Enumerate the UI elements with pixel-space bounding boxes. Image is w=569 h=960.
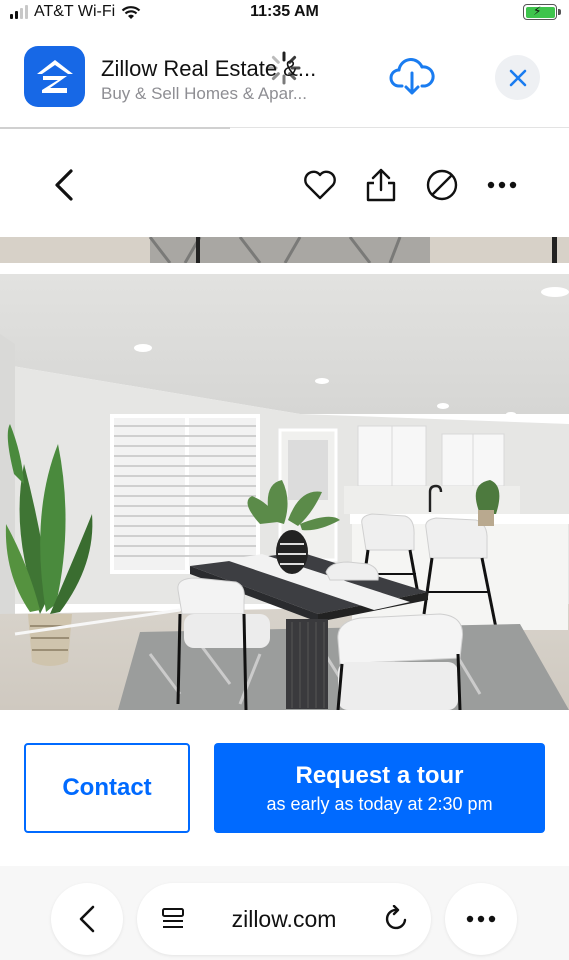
heart-icon [304,170,336,200]
address-bar[interactable]: zillow.com [137,883,431,955]
more-options-button[interactable] [482,165,522,205]
contact-button[interactable]: Contact [24,743,190,833]
app-store-banner[interactable]: Zillow Real Estate &... Buy & Sell Homes… [0,26,569,130]
save-home-button[interactable] [300,165,340,205]
previous-listing-photo[interactable] [0,237,569,263]
share-button[interactable] [361,165,401,205]
browser-more-button[interactable] [445,883,517,955]
hide-icon [426,169,458,201]
app-subtitle: Buy & Sell Homes & Apar... [101,84,307,103]
request-tour-subtitle: as early as today at 2:30 pm [266,793,493,814]
battery-charging-icon: ⚡ [523,4,561,20]
hide-home-button[interactable] [422,165,462,205]
status-bar: AT&T Wi-Fi 11:35 AM ⚡ [0,0,569,26]
request-tour-button[interactable]: Request a tour as early as today at 2:30… [214,743,545,833]
browser-bottom-bar: zillow.com [0,866,569,960]
status-time: 11:35 AM [250,3,319,20]
listing-toolbar [0,129,569,237]
close-icon [509,69,526,86]
back-icon [79,905,95,933]
listing-photo[interactable] [0,274,569,710]
reload-icon[interactable] [383,905,411,933]
browser-back-button[interactable] [51,883,123,955]
request-tour-title: Request a tour [295,761,464,789]
photo-strip-image [0,237,569,263]
listing-photo-image [0,274,569,710]
more-icon [487,181,517,189]
contact-actions: Contact Request a tour as early as today… [0,716,569,866]
zillow-app-icon[interactable] [24,46,85,107]
more-icon [466,915,496,923]
back-chevron-icon [55,169,73,201]
loading-spinner-icon [267,51,301,85]
share-icon [366,168,396,202]
close-banner-button[interactable] [495,55,540,100]
cloud-download-icon[interactable] [389,56,435,98]
zillow-logo [36,59,73,93]
back-chevron-button[interactable] [44,165,84,205]
